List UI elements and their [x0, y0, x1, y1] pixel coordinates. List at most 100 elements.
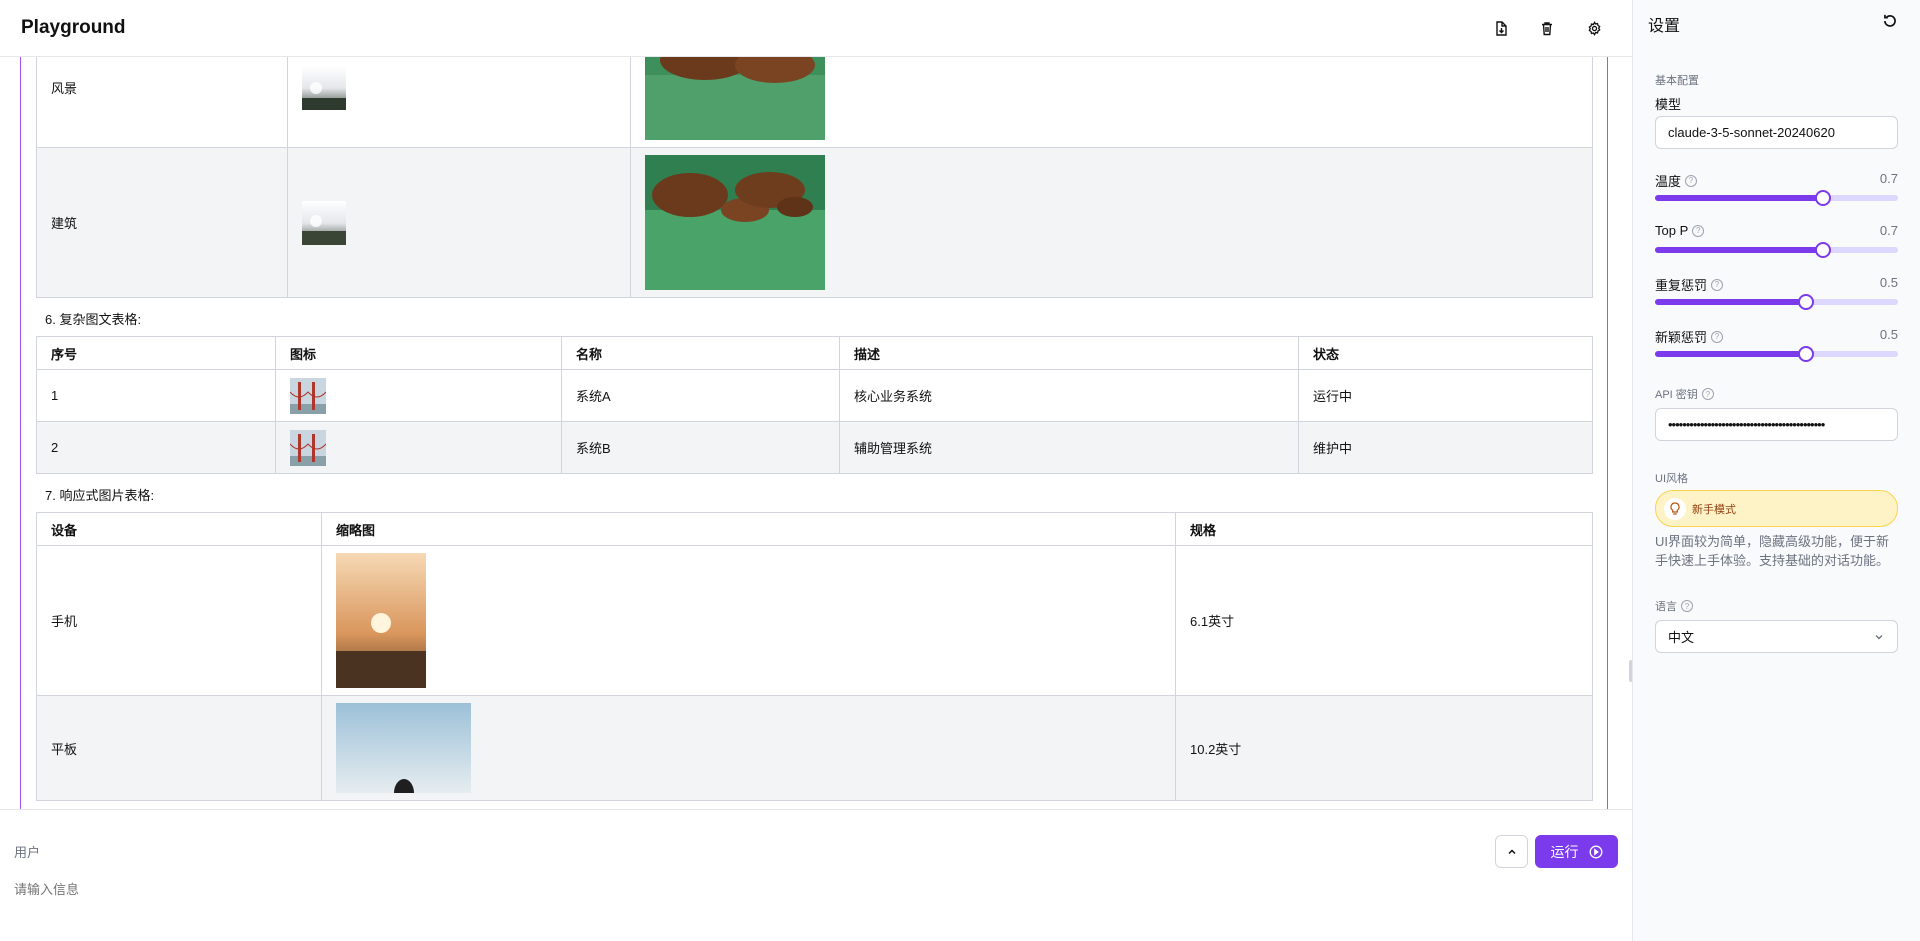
section-title: 7. 响应式图片表格:	[45, 488, 155, 503]
table-row: 风景	[36, 57, 1593, 148]
sunset-photo	[336, 553, 426, 688]
column-header: 设备	[36, 512, 322, 546]
thumbnail-cell	[321, 695, 1176, 801]
repetition-penalty-value: 0.5	[1879, 275, 1898, 290]
chat-content[interactable]: 风景 建筑 6. 复杂图文表格: 序号 图标 名称 描述 状态 1 系统A 核心…	[20, 57, 1608, 809]
api-key-label-text: API 密钥	[1655, 389, 1698, 401]
status-badge: 运行中	[1298, 369, 1593, 422]
column-header: 描述	[839, 336, 1299, 370]
dog-grass-photo	[645, 155, 825, 290]
message-input[interactable]	[14, 882, 1214, 897]
device-spec: 6.1英寸	[1175, 545, 1593, 696]
help-icon[interactable]: ?	[1711, 330, 1724, 343]
slider-fill	[1655, 299, 1806, 305]
device-spec: 10.2英寸	[1175, 695, 1593, 801]
settings-button[interactable]	[1582, 16, 1606, 40]
slider-fill	[1655, 247, 1823, 253]
icon-cell	[275, 421, 562, 474]
table-row: 2 系统B 辅助管理系统 维护中	[36, 421, 1593, 474]
reset-icon[interactable]	[1881, 12, 1899, 30]
repetition-penalty-label: 重复惩罚?	[1655, 275, 1724, 294]
thumbnail-cell	[321, 545, 1176, 696]
landscape-thumbnail	[302, 65, 346, 110]
export-button[interactable]	[1489, 16, 1513, 40]
chevron-down-icon	[1875, 634, 1883, 639]
device-name: 平板	[36, 695, 322, 801]
row-label: 建筑	[36, 147, 288, 298]
device-table: 设备 缩略图 规格 手机 6.1英寸 平板 10.2英寸	[36, 512, 1593, 801]
ui-mode-description: UI界面较为简单，隐藏高级功能，便于新手快速上手体验。支持基础的对话功能。	[1655, 534, 1890, 568]
language-value: 中文	[1668, 630, 1695, 645]
device-name: 手机	[36, 545, 322, 696]
column-header: 图标	[275, 336, 562, 370]
slider-thumb[interactable]	[1797, 346, 1814, 362]
slider-thumb[interactable]	[1797, 294, 1814, 310]
image-cell	[630, 147, 1593, 298]
model-label: 模型	[1655, 97, 1682, 112]
temperature-label-text: 温度	[1655, 174, 1682, 189]
gallery-table: 风景 建筑	[36, 57, 1593, 298]
help-icon[interactable]: ?	[1701, 388, 1714, 400]
top-p-value: 0.7	[1879, 223, 1898, 238]
language-label: 语言?	[1655, 598, 1693, 614]
language-label-text: 语言	[1655, 601, 1677, 613]
slider-fill	[1655, 351, 1806, 357]
thumbnail-cell	[287, 147, 631, 298]
column-header: 序号	[36, 336, 276, 370]
table-header-row: 序号 图标 名称 描述 状态	[36, 336, 1593, 370]
novelty-penalty-slider[interactable]	[1655, 346, 1898, 362]
ui-style-heading: UI风格	[1655, 473, 1688, 485]
temperature-value: 0.7	[1879, 171, 1898, 186]
novelty-penalty-label-text: 新颖惩罚	[1655, 330, 1708, 345]
settings-title: 设置	[1648, 18, 1681, 35]
api-key-input[interactable]: ••••••••••••••••••••••••••••••••••••••••…	[1655, 408, 1898, 441]
row-number: 2	[36, 421, 276, 474]
sky-photo	[336, 703, 471, 793]
top-p-label-text: Top P	[1655, 223, 1689, 238]
dog-grass-photo	[645, 57, 825, 140]
temperature-slider[interactable]	[1655, 190, 1898, 206]
api-key-label: API 密钥?	[1655, 386, 1714, 402]
column-header: 缩略图	[321, 512, 1176, 546]
bulb-icon	[1664, 497, 1686, 520]
architecture-thumbnail	[302, 200, 346, 245]
slider-thumb[interactable]	[1814, 190, 1831, 206]
ui-mode-label: 新手模式	[1692, 503, 1736, 516]
help-icon[interactable]: ?	[1711, 278, 1724, 291]
model-input[interactable]: claude-3-5-sonnet-20240620	[1655, 116, 1898, 149]
role-selector[interactable]: 用户	[14, 842, 40, 861]
trash-icon	[1542, 21, 1552, 35]
image-cell	[630, 57, 1593, 148]
system-name: 系统B	[561, 421, 840, 474]
novelty-penalty-label: 新颖惩罚?	[1655, 327, 1724, 346]
help-icon[interactable]: ?	[1681, 600, 1693, 612]
system-name: 系统A	[561, 369, 840, 422]
section-title: 6. 复杂图文表格:	[45, 312, 142, 327]
thumbnail-cell	[287, 57, 631, 148]
repetition-penalty-slider[interactable]	[1655, 294, 1898, 310]
run-button[interactable]: 运行	[1535, 835, 1618, 868]
help-icon[interactable]: ?	[1692, 224, 1705, 237]
column-header: 名称	[561, 336, 840, 370]
top-p-label: Top P?	[1655, 223, 1705, 238]
table-row: 建筑	[36, 147, 1593, 298]
language-select[interactable]: 中文	[1655, 620, 1898, 653]
column-header: 规格	[1175, 512, 1593, 546]
top-p-slider[interactable]	[1655, 242, 1898, 258]
basic-config-heading: 基本配置	[1655, 75, 1699, 87]
app-title: Playground	[21, 17, 126, 38]
expand-button[interactable]	[1495, 835, 1528, 868]
temperature-label: 温度?	[1655, 171, 1698, 190]
help-icon[interactable]: ?	[1685, 174, 1698, 187]
header: Playground	[0, 0, 1632, 57]
status-badge: 维护中	[1298, 421, 1593, 474]
file-export-icon	[1496, 20, 1507, 36]
slider-thumb[interactable]	[1814, 242, 1831, 258]
row-label: 风景	[36, 57, 288, 148]
play-circle-icon	[1589, 845, 1602, 858]
gear-icon	[1587, 20, 1601, 36]
table-row: 手机 6.1英寸	[36, 545, 1593, 696]
system-desc: 核心业务系统	[839, 369, 1299, 422]
delete-button[interactable]	[1535, 16, 1559, 40]
ui-mode-toggle[interactable]: 新手模式	[1655, 490, 1898, 527]
